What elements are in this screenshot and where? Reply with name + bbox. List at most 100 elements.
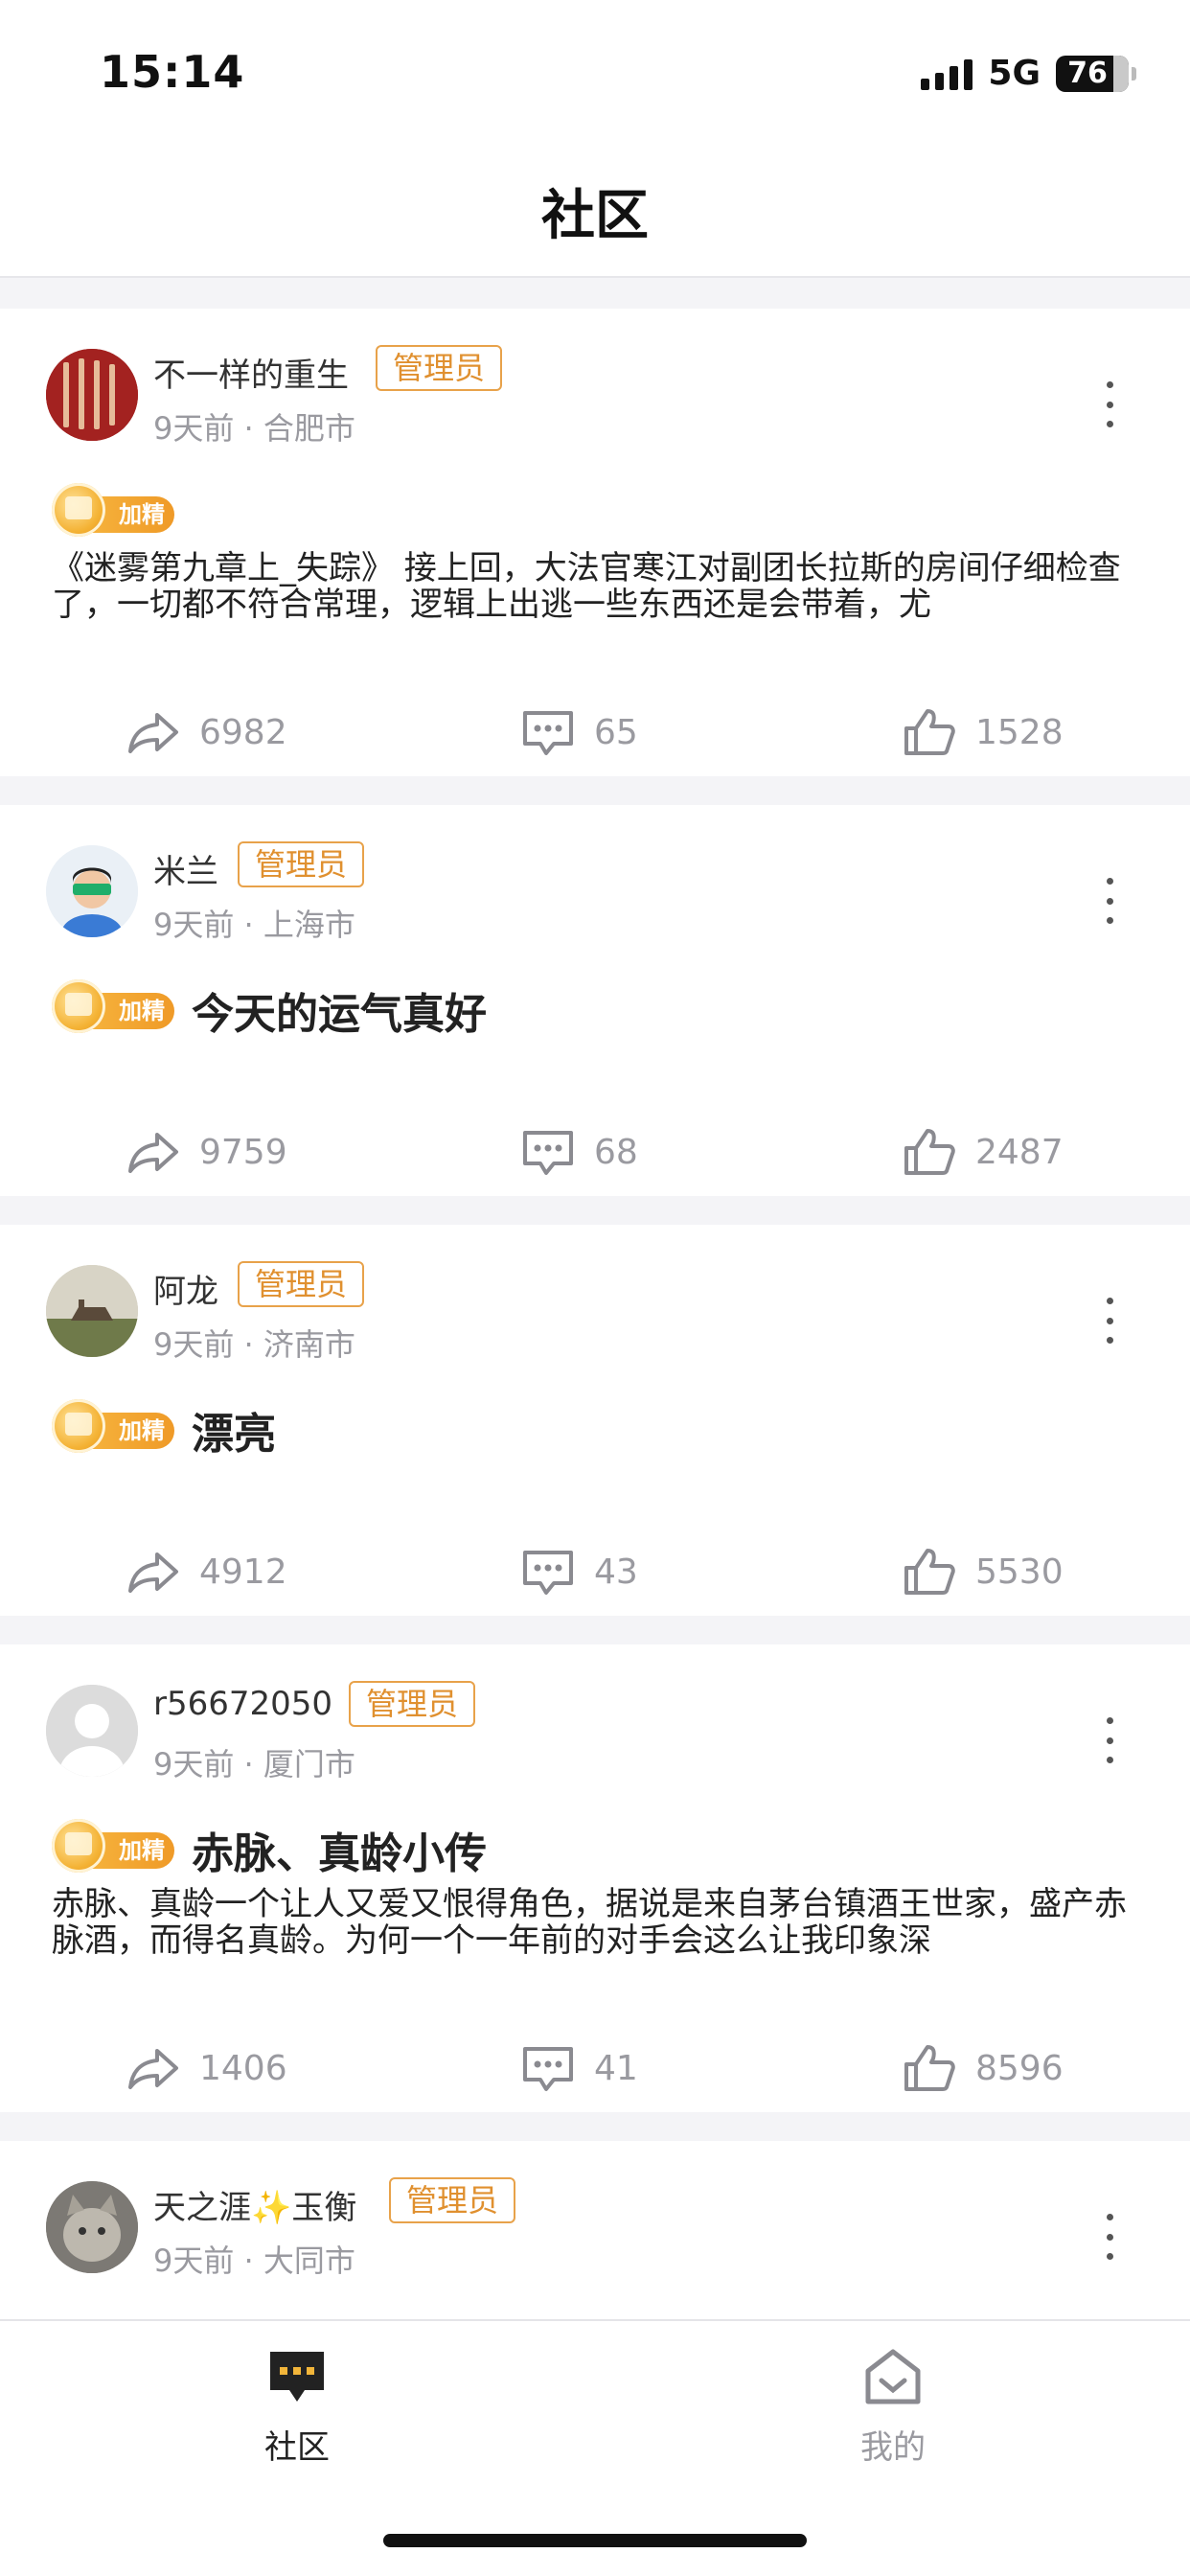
admin-badge: 管理员 [376,345,503,391]
comment-button[interactable]: 43 [519,1545,638,1598]
comment-icon [523,711,573,755]
more-options-icon[interactable] [1106,1298,1113,1344]
post-meta: 9天前 · 合肥市 [153,410,355,447]
tab-community[interactable]: 社区 [201,2348,393,2468]
thumbs-up-icon [904,1549,955,1595]
nav-bar: 社区 [0,144,1190,278]
tab-community-label: 社区 [264,2428,330,2467]
post-title[interactable]: 赤脉、真龄小传 [192,1819,487,1880]
username[interactable]: 米兰 [153,845,218,892]
post-excerpt[interactable]: 《迷雾第九章上_失踪》 接上回，大法官寒江对副团长拉斯的房间仔细检查了，一切都不… [52,550,1144,623]
page-title: 社区 [541,185,649,247]
medal-icon [52,1399,105,1453]
avatar[interactable] [46,2181,138,2273]
like-button[interactable]: 5530 [901,1545,1064,1598]
signal-icon [921,58,973,90]
admin-badge: 管理员 [238,1261,365,1307]
avatar[interactable] [46,845,138,937]
like-button[interactable]: 2487 [901,1125,1064,1179]
comment-icon [523,1551,573,1595]
comment-button[interactable]: 65 [519,705,638,759]
comment-count: 68 [594,1132,638,1172]
post-card[interactable]: r56672050 管理员 9天前 · 厦门市 加精 赤脉、真龄小传 赤脉、真龄… [0,1644,1190,2112]
username[interactable]: 阿龙 [153,1265,218,1312]
home-indicator[interactable] [383,2534,807,2547]
thumbs-up-icon [904,2045,955,2091]
post-excerpt[interactable]: 赤脉、真龄一个让人又爱又恨得角色，据说是来自茅台镇酒王世家，盛产赤脉酒，而得名真… [52,1886,1144,1959]
post-card[interactable]: 天之涯✨玉衡 管理员 9天前 · 大同市 [0,2141,1190,2319]
medal-icon [52,1819,105,1873]
like-count: 2487 [975,1132,1064,1172]
more-options-icon[interactable] [1106,1717,1113,1763]
like-button[interactable]: 1528 [901,705,1064,759]
battery-level: 76 [1067,57,1108,90]
post-card[interactable]: 不一样的重生 管理员 9天前 · 合肥市 加精 《迷雾第九章上_失踪》 接上回，… [0,309,1190,776]
admin-badge: 管理员 [349,1681,476,1727]
more-options-icon[interactable] [1106,381,1113,427]
featured-badge: 加精 [52,979,176,1033]
share-button[interactable]: 6982 [125,705,287,759]
comment-icon [523,1131,573,1175]
thumbs-up-icon [904,709,955,755]
featured-badge: 加精 [52,483,176,537]
admin-badge: 管理员 [389,2177,516,2223]
community-icon [270,2352,324,2402]
comment-count: 41 [594,2048,638,2088]
share-icon [128,1133,178,1173]
comment-button[interactable]: 68 [519,1125,638,1179]
tab-mine-label: 我的 [860,2428,926,2467]
avatar[interactable] [46,1265,138,1357]
share-button[interactable]: 4912 [125,1545,287,1598]
calligraphy-avatar-image [46,349,138,441]
post-actions: 1406 41 8596 [0,2041,1190,2099]
post-meta: 9天前 · 济南市 [153,1326,355,1363]
share-button[interactable]: 9759 [125,1125,287,1179]
comment-count: 43 [594,1552,638,1592]
comment-button[interactable]: 41 [519,2041,638,2095]
post-title[interactable]: 今天的运气真好 [192,979,487,1041]
post-card[interactable]: 阿龙 管理员 9天前 · 济南市 加精 漂亮 4912 43 5530 [0,1225,1190,1616]
avatar[interactable] [46,349,138,441]
share-icon [128,1552,178,1593]
like-count: 1528 [975,712,1064,752]
post-card[interactable]: 米兰 管理员 9天前 · 上海市 加精 今天的运气真好 9759 68 2487 [0,805,1190,1196]
like-count: 5530 [975,1552,1064,1592]
default-avatar-icon [46,1685,138,1777]
profile-home-icon [865,2349,921,2404]
post-actions: 4912 43 5530 [0,1545,1190,1602]
medal-icon [52,483,105,537]
post-title[interactable]: 漂亮 [192,1399,276,1460]
admin-badge: 管理员 [238,841,365,887]
medal-icon [52,979,105,1033]
comment-count: 65 [594,712,638,752]
photo-avatar-image [46,1265,138,1357]
battery-icon: 76 [1056,55,1136,92]
tab-mine[interactable]: 我的 [797,2348,989,2468]
username[interactable]: r56672050 [153,1685,332,1723]
status-time: 15:14 [100,46,245,98]
featured-badge: 加精 [52,1819,176,1873]
share-count: 9759 [199,1132,287,1172]
cat-photo-avatar-image [46,2181,138,2273]
post-meta: 9天前 · 大同市 [153,2242,355,2279]
share-count: 4912 [199,1552,287,1592]
share-count: 6982 [199,712,287,752]
post-actions: 6982 65 1528 [0,705,1190,763]
status-bar: 15:14 5G 76 [0,0,1190,144]
username[interactable]: 天之涯✨玉衡 [153,2181,356,2228]
more-options-icon[interactable] [1106,878,1113,924]
like-count: 8596 [975,2048,1064,2088]
status-indicators: 5G 76 [921,54,1136,93]
share-icon [128,2049,178,2089]
share-button[interactable]: 1406 [125,2041,287,2095]
like-button[interactable]: 8596 [901,2041,1064,2095]
post-meta: 9天前 · 上海市 [153,907,355,943]
share-icon [128,713,178,753]
thumbs-up-icon [904,1129,955,1175]
username[interactable]: 不一样的重生 [153,349,349,396]
network-type: 5G [988,54,1041,93]
featured-badge: 加精 [52,1399,176,1453]
more-options-icon[interactable] [1106,2214,1113,2260]
cartoon-avatar-image [46,845,138,937]
avatar[interactable] [46,1685,138,1777]
